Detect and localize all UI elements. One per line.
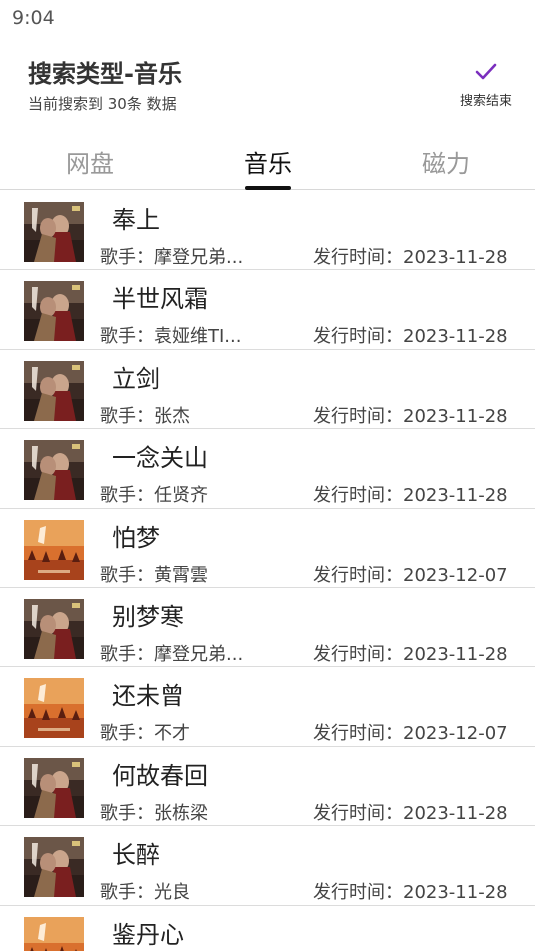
- song-title: 别梦寒: [112, 602, 184, 631]
- song-artist: 歌手：张杰: [100, 405, 190, 427]
- song-release-date: 发行时间：2023-12-07: [313, 564, 508, 586]
- search-count-text: 当前搜索到 30条 数据: [28, 95, 177, 113]
- song-title: 半世风霜: [112, 285, 208, 314]
- song-artist: 歌手：摩登兄弟...: [100, 247, 244, 268]
- status-time: 9:04: [12, 7, 55, 29]
- song-item[interactable]: 怕梦 歌手：黄霄雲 发行时间：2023-12-07: [0, 509, 535, 588]
- album-cover: [24, 916, 84, 951]
- song-item[interactable]: 立剑 歌手：张杰 发行时间：2023-11-28: [0, 350, 535, 430]
- song-artist: 歌手：任贤齐: [100, 485, 208, 507]
- song-artist: 歌手：张栋梁: [100, 802, 208, 824]
- song-title: 一念关山: [112, 444, 208, 473]
- song-item[interactable]: 别梦寒 歌手：摩登兄弟... 发行时间：2023-11-28: [0, 588, 535, 668]
- album-cover: [24, 519, 84, 580]
- album-cover: [24, 678, 84, 739]
- album-cover: [24, 757, 84, 818]
- song-title: 何故春回: [112, 761, 208, 790]
- finish-search-button[interactable]: 搜索结束: [450, 58, 522, 110]
- song-release-date: 发行时间：2023-11-28: [313, 485, 508, 507]
- song-title: 长醉: [112, 841, 160, 870]
- song-title: 怕梦: [112, 523, 160, 552]
- page-title: 搜索类型-音乐: [28, 60, 182, 88]
- status-bar: 9:04: [0, 0, 535, 38]
- song-item[interactable]: 一念关山 歌手：任贤齐 发行时间：2023-11-28: [0, 429, 535, 509]
- album-cover: [24, 202, 84, 262]
- tab-netdisk[interactable]: 网盘: [40, 144, 140, 190]
- song-title: 还未曾: [112, 682, 184, 711]
- album-cover: [24, 598, 84, 659]
- song-item[interactable]: 鉴丹心: [0, 906, 535, 951]
- check-icon: [475, 63, 497, 80]
- song-artist: 歌手：袁娅维TI...: [100, 326, 242, 348]
- song-title: 鉴丹心: [112, 920, 184, 949]
- song-artist: 歌手：光良: [100, 882, 190, 904]
- song-artist: 歌手：摩登兄弟...: [100, 643, 244, 665]
- song-item[interactable]: 奉上 歌手：摩登兄弟... 发行时间：2023-11-28: [0, 191, 535, 271]
- album-cover: [24, 837, 84, 898]
- song-release-date: 发行时间：2023-12-07: [313, 723, 508, 745]
- finish-search-label: 搜索结束: [459, 94, 512, 109]
- tab-music[interactable]: 音乐: [218, 144, 318, 190]
- song-artist: 歌手：不才: [100, 723, 190, 745]
- header: 搜索类型-音乐 当前搜索到 30条 数据 搜索结束: [0, 38, 535, 130]
- active-tab-indicator: [245, 186, 291, 190]
- song-release-date: 发行时间：2023-11-28: [313, 802, 508, 824]
- song-title: 立剑: [112, 364, 160, 393]
- song-item[interactable]: 长醉 歌手：光良 发行时间：2023-11-28: [0, 826, 535, 906]
- song-release-date: 发行时间：2023-11-28: [313, 882, 508, 904]
- song-artist: 歌手：黄霄雲: [100, 564, 208, 586]
- tab-magnet[interactable]: 磁力: [396, 144, 496, 190]
- song-item[interactable]: 还未曾 歌手：不才 发行时间：2023-12-07: [0, 667, 535, 747]
- song-release-date: 发行时间：2023-11-28: [313, 247, 508, 268]
- song-list[interactable]: 奉上 歌手：摩登兄弟... 发行时间：2023-11-28 半世风霜 歌手：袁娅…: [0, 191, 535, 951]
- song-item[interactable]: 半世风霜 歌手：袁娅维TI... 发行时间：2023-11-28: [0, 270, 535, 350]
- song-release-date: 发行时间：2023-11-28: [313, 405, 508, 427]
- album-cover: [24, 281, 84, 342]
- song-release-date: 发行时间：2023-11-28: [313, 643, 508, 665]
- song-release-date: 发行时间：2023-11-28: [313, 326, 508, 348]
- album-cover: [24, 360, 84, 421]
- album-cover: [24, 440, 84, 501]
- song-title: 奉上: [112, 206, 160, 234]
- song-item[interactable]: 何故春回 歌手：张栋梁 发行时间：2023-11-28: [0, 747, 535, 827]
- tab-bar: 网盘 音乐 磁力: [0, 132, 535, 190]
